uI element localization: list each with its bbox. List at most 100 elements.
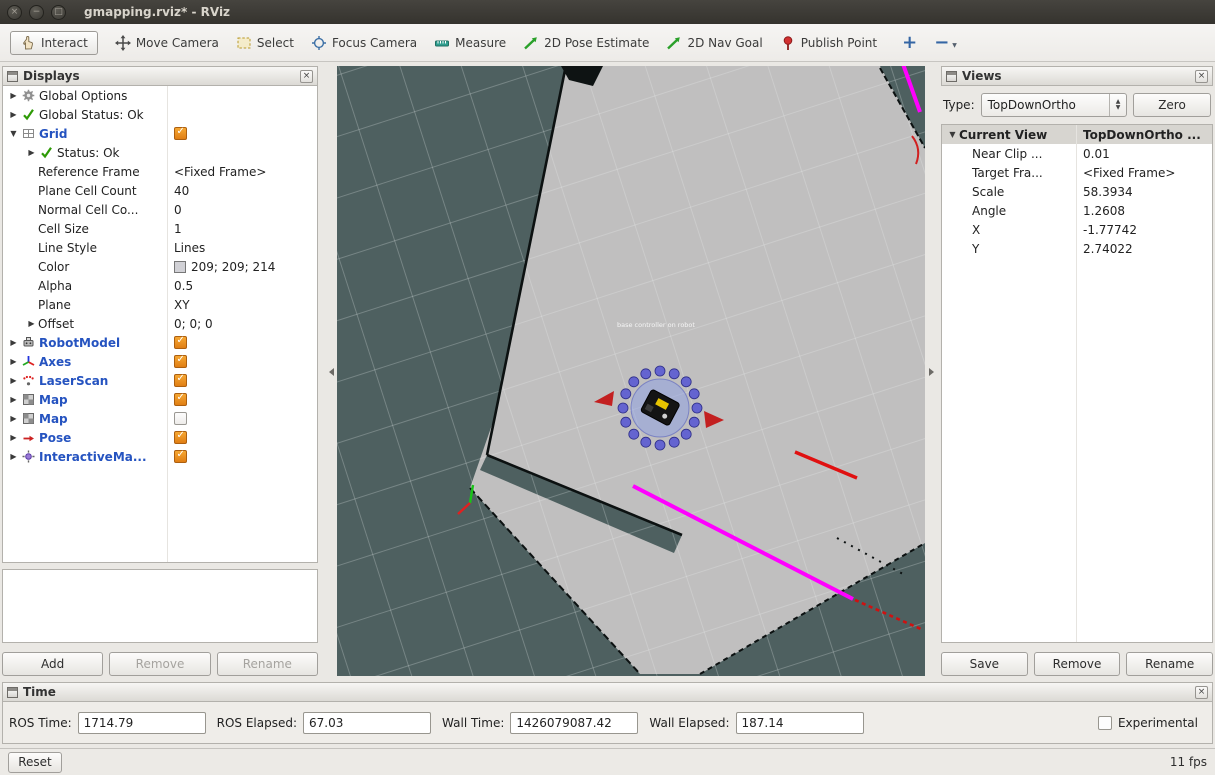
expand-arrow[interactable]: ▶ [7,433,20,442]
property-value[interactable]: 0.5 [174,279,193,293]
display-tree-row[interactable]: ▶Status: Ok [3,143,317,162]
view-property-value[interactable]: 58.3934 [1083,185,1133,199]
views-tree-row[interactable]: Target Fra...<Fixed Frame> [942,163,1212,182]
display-tree-row[interactable]: ▶Pose [3,428,317,447]
rename-display-button[interactable]: Rename [217,652,318,676]
tool-2d-pose-estimate[interactable]: 2D Pose Estimate [523,35,649,51]
property-value[interactable]: 1 [174,222,182,236]
property-value[interactable]: XY [174,298,190,312]
expand-arrow[interactable]: ▶ [7,414,20,423]
tool-publish-point[interactable]: Publish Point [780,35,877,51]
display-tree-row[interactable]: Plane Cell Count40 [3,181,317,200]
views-tree-row[interactable]: ▼Current ViewTopDownOrtho ... [942,125,1212,144]
display-tree-row[interactable]: ▶Axes [3,352,317,371]
display-tree-row[interactable]: ▶Map [3,409,317,428]
property-value[interactable]: <Fixed Frame> [174,165,266,179]
display-enabled-checkbox[interactable] [174,127,187,140]
marker-ring-sphere[interactable] [669,437,679,447]
experimental-checkbox[interactable] [1098,716,1112,730]
tool-focus-camera[interactable]: Focus Camera [311,35,417,51]
property-value[interactable]: 40 [174,184,189,198]
splitter-collapse-left[interactable] [325,368,334,376]
window-maximize-button[interactable]: □ [51,5,66,20]
display-enabled-checkbox[interactable] [174,336,187,349]
view-property-value[interactable]: 1.2608 [1083,204,1125,218]
tool-select[interactable]: Select [236,35,294,51]
expand-arrow[interactable]: ▶ [25,148,38,157]
marker-ring-sphere[interactable] [621,417,631,427]
display-enabled-checkbox[interactable] [174,412,187,425]
add-display-button[interactable]: Add [2,652,103,676]
expand-arrow[interactable]: ▶ [7,338,20,347]
marker-ring-sphere[interactable] [655,440,665,450]
display-enabled-checkbox[interactable] [174,431,187,444]
views-tree-row[interactable]: Y2.74022 [942,239,1212,258]
view-property-value[interactable]: 2.74022 [1083,242,1133,256]
views-tree-row[interactable]: X-1.77742 [942,220,1212,239]
display-tree-row[interactable]: ▶Offset0; 0; 0 [3,314,317,333]
marker-ring-sphere[interactable] [681,377,691,387]
expand-arrow[interactable]: ▶ [7,395,20,404]
view-property-value[interactable]: <Fixed Frame> [1083,166,1175,180]
marker-ring-sphere[interactable] [692,403,702,413]
property-value[interactable]: 0 [174,203,182,217]
marker-ring-sphere[interactable] [655,366,665,376]
marker-ring-sphere[interactable] [621,389,631,399]
property-value[interactable]: 0; 0; 0 [174,317,213,331]
marker-ring-sphere[interactable] [641,437,651,447]
display-tree-row[interactable]: Reference Frame<Fixed Frame> [3,162,317,181]
window-minimize-button[interactable]: − [29,5,44,20]
display-tree-row[interactable]: ▶RobotModel [3,333,317,352]
column-divider[interactable] [167,86,168,562]
reset-button[interactable]: Reset [8,752,62,773]
display-tree-row[interactable]: PlaneXY [3,295,317,314]
views-tree-row[interactable]: Scale58.3934 [942,182,1212,201]
expand-arrow[interactable]: ▼ [946,130,959,139]
expand-arrow[interactable]: ▶ [7,452,20,461]
time-panel-header[interactable]: Time × [2,682,1213,702]
marker-ring-sphere[interactable] [629,429,639,439]
expand-arrow[interactable]: ▶ [7,91,20,100]
expand-arrow[interactable]: ▶ [7,110,20,119]
add-tool-button[interactable]: + [902,32,917,53]
wall-time-input[interactable]: 1426079087.42 [510,712,638,734]
display-tree-row[interactable]: Normal Cell Co...0 [3,200,317,219]
display-tree-row[interactable]: ▶Global Status: Ok [3,105,317,124]
view-property-value[interactable]: 0.01 [1083,147,1110,161]
view-type-combobox[interactable]: TopDownOrtho ▲▼ [981,93,1127,117]
display-enabled-checkbox[interactable] [174,374,187,387]
ros-elapsed-input[interactable]: 67.03 [303,712,431,734]
display-tree-row[interactable]: Cell Size1 [3,219,317,238]
window-close-button[interactable]: × [7,5,22,20]
save-view-button[interactable]: Save [941,652,1028,676]
display-enabled-checkbox[interactable] [174,355,187,368]
time-close-button[interactable]: × [1195,686,1208,699]
spinner-arrows-icon[interactable]: ▲▼ [1109,94,1126,116]
tool-measure[interactable]: Measure [434,35,506,51]
rename-view-button[interactable]: Rename [1126,652,1213,676]
display-tree-row[interactable]: ▶Map [3,390,317,409]
marker-ring-sphere[interactable] [681,429,691,439]
display-tree-row[interactable]: Color209; 209; 214 [3,257,317,276]
expand-arrow[interactable]: ▶ [7,376,20,385]
display-tree-row[interactable]: ▶InteractiveMa... [3,447,317,466]
marker-ring-sphere[interactable] [618,403,628,413]
column-divider[interactable] [1076,125,1077,642]
color-swatch[interactable] [174,261,186,273]
wall-elapsed-input[interactable]: 187.14 [736,712,864,734]
display-tree-row[interactable]: ▼Grid [3,124,317,143]
display-tree-row[interactable]: Line StyleLines [3,238,317,257]
display-tree-row[interactable]: ▶Global Options [3,86,317,105]
display-tree-row[interactable]: Alpha0.5 [3,276,317,295]
display-enabled-checkbox[interactable] [174,450,187,463]
marker-ring-sphere[interactable] [689,389,699,399]
expand-arrow[interactable]: ▶ [25,319,38,328]
display-tree-row[interactable]: ▶LaserScan [3,371,317,390]
tool-2d-nav-goal[interactable]: 2D Nav Goal [666,35,762,51]
display-enabled-checkbox[interactable] [174,393,187,406]
remove-display-button[interactable]: Remove [109,652,210,676]
views-panel-header[interactable]: Views × [941,66,1213,86]
3d-viewport[interactable]: base controller on robot [337,66,925,676]
remove-tool-button[interactable]: − ▼ [934,32,957,53]
property-value[interactable]: Lines [174,241,205,255]
